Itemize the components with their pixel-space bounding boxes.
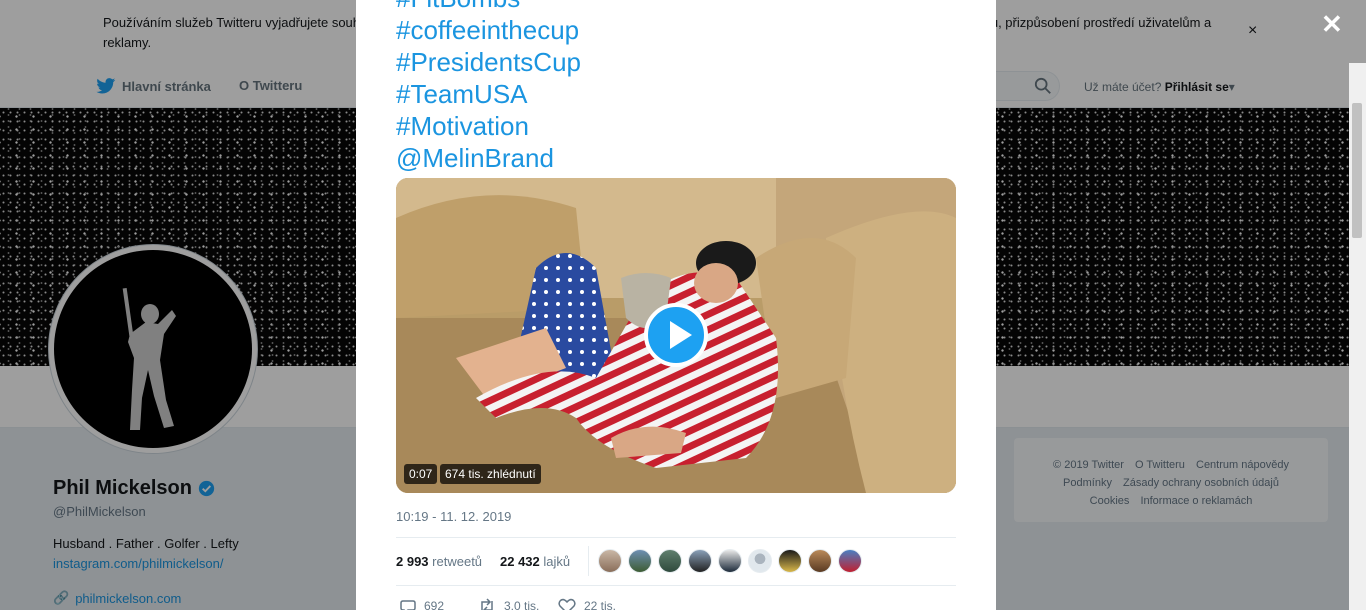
scrollbar[interactable] xyxy=(1349,63,1366,610)
retweets-count: 2 993 xyxy=(396,554,429,569)
avatar[interactable] xyxy=(688,549,712,573)
scrollbar-thumb[interactable] xyxy=(1352,103,1362,238)
retweet-icon xyxy=(481,598,493,610)
hashtag-link[interactable]: #Motivation xyxy=(396,110,581,142)
divider xyxy=(396,537,956,538)
hashtag-link[interactable]: #PresidentsCup xyxy=(396,46,581,78)
tweet-hashtags: #FitBombs #coffeeinthecup #PresidentsCup… xyxy=(396,0,581,174)
hashtag-link[interactable]: #coffeeinthecup xyxy=(396,14,581,46)
avatar[interactable] xyxy=(628,549,652,573)
like-button[interactable]: 22 tis. xyxy=(558,598,616,610)
likers-avatars xyxy=(598,549,862,573)
likes-count: 22 432 xyxy=(500,554,540,569)
video-views: 674 tis. zhlédnutí xyxy=(440,464,541,484)
avatar[interactable] xyxy=(718,549,742,573)
reply-button[interactable]: 692 xyxy=(400,598,444,610)
retweet-count: 3,0 tis. xyxy=(504,599,540,610)
avatar[interactable] xyxy=(808,549,832,573)
retweet-button[interactable]: 3,0 tis. xyxy=(478,598,539,610)
tweet-modal: #FitBombs #coffeeinthecup #PresidentsCup… xyxy=(356,0,996,610)
reply-count: 692 xyxy=(424,599,445,610)
close-icon[interactable]: ✕ xyxy=(1321,11,1343,37)
video-time: 0:07 xyxy=(404,464,438,484)
mention-link[interactable]: @MelinBrand xyxy=(396,142,581,174)
divider xyxy=(396,585,956,586)
play-button[interactable] xyxy=(644,303,708,367)
tweet-timestamp[interactable]: 10:19 - 11. 12. 2019 xyxy=(396,509,511,524)
retweets-stat[interactable]: 2 993 retweetů xyxy=(396,554,482,569)
avatar[interactable] xyxy=(658,549,682,573)
divider xyxy=(588,546,589,576)
like-count: 22 tis. xyxy=(584,599,617,610)
avatar[interactable] xyxy=(598,549,622,573)
retweets-label: retweetů xyxy=(432,554,483,569)
avatar[interactable] xyxy=(748,549,772,573)
video-player[interactable]: 0:07 674 tis. zhlédnutí xyxy=(396,178,956,493)
avatar[interactable] xyxy=(838,549,862,573)
heart-icon xyxy=(558,598,576,610)
likes-stat[interactable]: 22 432 lajků xyxy=(500,554,570,569)
reply-icon xyxy=(400,600,416,610)
likes-label: lajků xyxy=(543,554,571,569)
avatar[interactable] xyxy=(778,549,802,573)
hashtag-link[interactable]: #TeamUSA xyxy=(396,78,581,110)
hashtag-link[interactable]: #FitBombs xyxy=(396,0,581,14)
